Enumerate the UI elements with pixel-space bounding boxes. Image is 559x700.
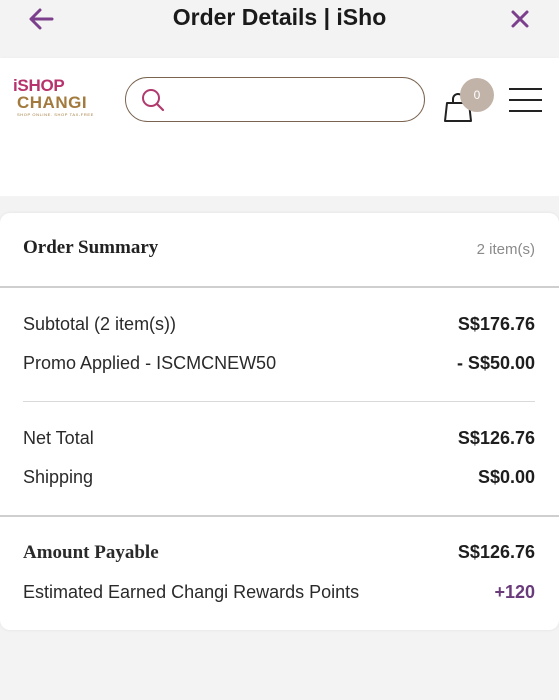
promo-row: Promo Applied - ISCMCNEW50 - S$50.00 (23, 353, 535, 377)
shipping-value: S$0.00 (477, 467, 535, 487)
subtotal-label: Subtotal (2 item(s)) (23, 314, 177, 334)
shipping-row: Shipping S$0.00 (23, 467, 535, 491)
amount-payable-row: Amount Payable S$126.76 (23, 542, 535, 566)
order-summary-card: Order Summary 2 item(s) Subtotal (2 item… (0, 213, 559, 630)
cart-button[interactable]: 0 (441, 78, 494, 122)
logo-line-ishop: iSHOP (13, 76, 65, 95)
divider (23, 401, 535, 402)
amount-payable-label: Amount Payable (23, 542, 159, 563)
promo-value: - S$50.00 (456, 353, 535, 373)
rewards-points-value: +120 (494, 582, 535, 602)
top-bar: Order Details | iSho (0, 0, 559, 58)
close-icon[interactable] (509, 8, 531, 30)
rewards-points-label: Estimated Earned Changi Rewards Points (23, 582, 360, 602)
search-icon[interactable] (140, 87, 166, 113)
divider (0, 286, 559, 288)
item-count: 2 item(s) (476, 241, 535, 258)
content-strip (0, 142, 559, 196)
logo-tagline: SHOP ONLINE. SHOP TAX-FREE (17, 112, 94, 117)
site-header: iSHOP CHANGI SHOP ONLINE. SHOP TAX-FREE … (0, 58, 559, 142)
shipping-label: Shipping (23, 467, 94, 487)
hamburger-menu-icon[interactable] (509, 86, 543, 114)
subtotal-row: Subtotal (2 item(s)) S$176.76 (23, 314, 535, 338)
cart-count-badge: 0 (460, 78, 494, 112)
divider (0, 515, 559, 517)
ishop-changi-logo[interactable]: iSHOP CHANGI SHOP ONLINE. SHOP TAX-FREE (13, 76, 103, 118)
net-total-row: Net Total S$126.76 (23, 428, 535, 452)
net-total-label: Net Total (23, 428, 94, 448)
search-input[interactable] (174, 84, 414, 114)
search-bar[interactable] (125, 77, 425, 122)
page-title: Order Details | iSho (172, 4, 387, 30)
rewards-points-row: Estimated Earned Changi Rewards Points +… (23, 582, 535, 606)
order-summary-title: Order Summary (23, 237, 159, 258)
amount-payable-value: S$126.76 (457, 542, 535, 562)
logo-line-changi: CHANGI (17, 93, 88, 112)
promo-label: Promo Applied - ISCMCNEW50 (23, 353, 277, 373)
net-total-value: S$126.76 (457, 428, 535, 448)
subtotal-value: S$176.76 (457, 314, 535, 334)
